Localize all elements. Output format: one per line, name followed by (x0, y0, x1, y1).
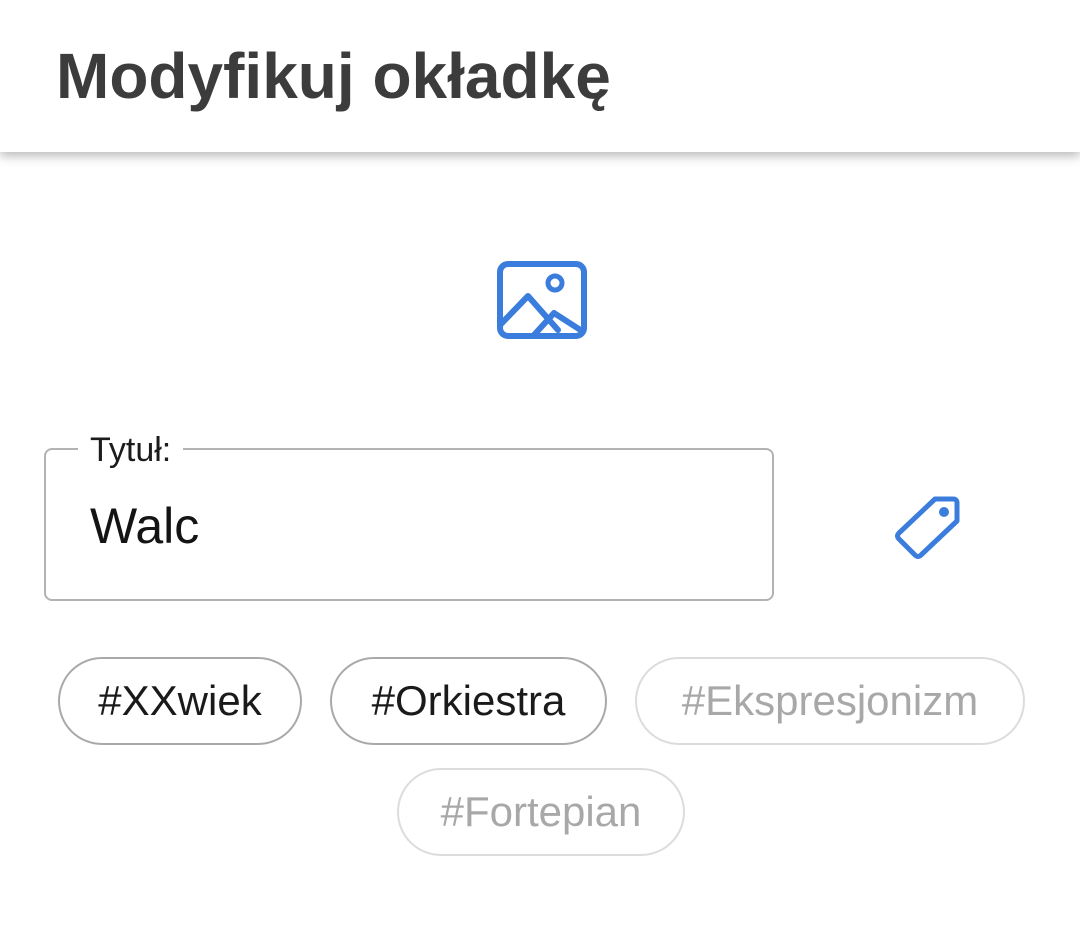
page-title: Modyfikuj okładkę (56, 40, 611, 112)
tag-chip-fortepian[interactable]: #Fortepian (397, 768, 685, 856)
add-tag-button[interactable] (884, 484, 968, 568)
tag-chip-ekspresjonizm[interactable]: #Ekspresjonizm (635, 657, 1025, 745)
tag-icon (895, 496, 960, 559)
title-field-label: Tytuł: (78, 428, 184, 472)
tag-chip-orkiestra[interactable]: #Orkiestra (330, 657, 607, 745)
tag-chip-xxwiek[interactable]: #XXwiek (58, 657, 302, 745)
title-field[interactable]: Tytuł: (44, 428, 774, 601)
title-input[interactable] (90, 496, 730, 556)
image-icon (497, 261, 587, 339)
cover-image-button[interactable] (494, 258, 590, 342)
app-bar: Modyfikuj okładkę (0, 0, 1080, 152)
app-root: Modyfikuj okładkę Tytuł: #XXwiek #Orkies… (0, 0, 1080, 936)
